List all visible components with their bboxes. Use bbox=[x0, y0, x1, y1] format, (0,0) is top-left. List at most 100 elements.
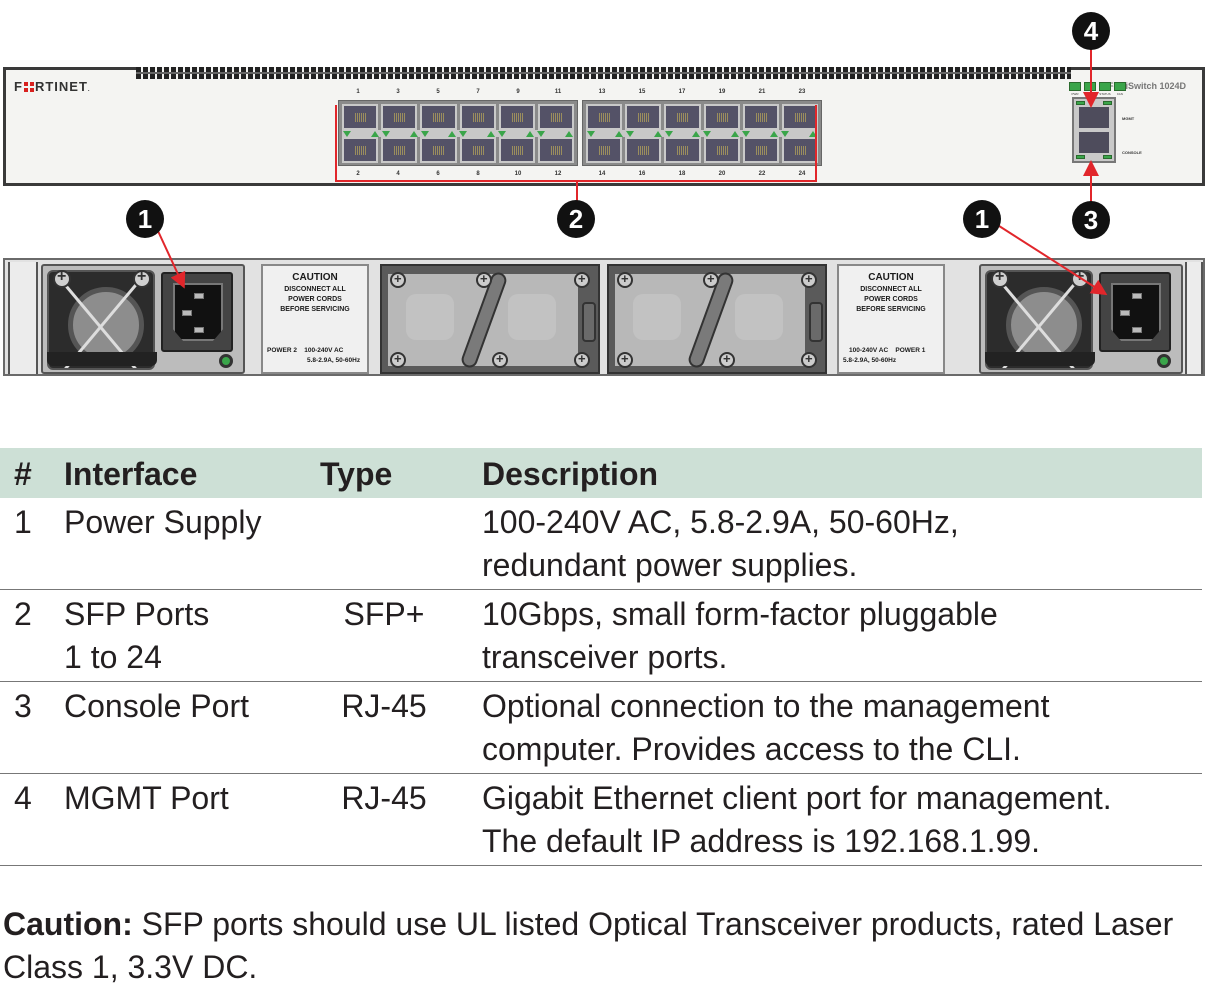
mgmt-led-right bbox=[1103, 101, 1112, 105]
caution-line: BEFORE SERVICING bbox=[856, 306, 926, 313]
screw-icon bbox=[617, 271, 633, 288]
port-number: 5 bbox=[436, 89, 440, 95]
row-type: RJ-45 bbox=[341, 780, 427, 816]
port-number: 9 bbox=[516, 89, 520, 95]
caution-line: DISCONNECT ALL bbox=[284, 286, 346, 293]
sfp-ports-bracket bbox=[335, 105, 817, 182]
screw-icon bbox=[574, 271, 590, 288]
caution-title: CAUTION bbox=[292, 272, 338, 283]
ac-power-inlet-icon bbox=[1099, 272, 1171, 352]
screw-icon bbox=[703, 271, 719, 288]
status-led-label: STATUS bbox=[1099, 92, 1111, 96]
table-row: 2 SFP Ports 1 to 24 SFP+ 10Gbps, small fo… bbox=[0, 590, 1202, 682]
fan-latch bbox=[582, 302, 596, 342]
caution-line: DISCONNECT ALL bbox=[860, 286, 922, 293]
power-rating-current: 5.8-2.9A, 50-60Hz bbox=[307, 357, 361, 364]
rear-side-strip-right bbox=[1185, 262, 1203, 374]
callout-4: 4 bbox=[1072, 12, 1110, 50]
screw-icon bbox=[1071, 268, 1089, 288]
rear-side-strip-left bbox=[8, 262, 38, 374]
row-interface: Power Supply bbox=[64, 504, 262, 540]
table-row: 4 MGMT Port RJ-45 Gigabit Ethernet clien… bbox=[0, 774, 1202, 866]
console-led-left bbox=[1076, 155, 1085, 159]
row-interface: SFP Ports 1 to 24 bbox=[64, 596, 210, 675]
row-type: SFP+ bbox=[343, 596, 425, 632]
console-port-label: CONSOLE bbox=[1122, 150, 1142, 155]
psu-status-led bbox=[219, 354, 233, 368]
screw-icon bbox=[492, 351, 508, 368]
power-id: POWER 1 bbox=[895, 347, 926, 354]
power-rating-current: 5.8-2.9A, 50-60Hz bbox=[843, 357, 897, 364]
port-number: 7 bbox=[476, 89, 480, 95]
caution-line: BEFORE SERVICING bbox=[280, 306, 350, 313]
screw-icon bbox=[53, 268, 71, 288]
rear-panel-diagram: CAUTION DISCONNECT ALL POWER CORDS BEFOR… bbox=[3, 258, 1205, 376]
row-description: 100-240V AC, 5.8-2.9A, 50-60Hz, redundant… bbox=[482, 504, 959, 583]
status-led bbox=[1069, 82, 1081, 91]
status-led bbox=[1114, 82, 1126, 91]
callout-1-right: 1 bbox=[963, 200, 1001, 238]
header-type: Type bbox=[320, 455, 393, 492]
row-type: RJ-45 bbox=[341, 688, 427, 724]
power-id: POWER 2 bbox=[267, 347, 297, 354]
caution-note-label: Caution: bbox=[3, 906, 133, 942]
caution-label-power-1: CAUTION DISCONNECT ALL POWER CORDS BEFOR… bbox=[837, 264, 945, 374]
callout-1-left: 1 bbox=[126, 200, 164, 238]
fan-tray-1 bbox=[380, 264, 600, 374]
table-header-row: # Interface Type Description bbox=[0, 448, 1202, 498]
row-description: 10Gbps, small form-factor pluggable trans… bbox=[482, 596, 998, 675]
screw-icon bbox=[133, 268, 151, 288]
status-led bbox=[1084, 82, 1096, 91]
psu-handle bbox=[985, 352, 1095, 366]
power-rating-voltage: 100-240V AC bbox=[849, 347, 889, 354]
caution-note: Caution: SFP ports should use UL listed … bbox=[3, 903, 1211, 986]
ac-power-inlet-icon bbox=[161, 272, 233, 352]
screw-icon bbox=[476, 271, 492, 288]
port-number: 17 bbox=[678, 89, 686, 95]
row-num: 1 bbox=[14, 504, 32, 540]
port-number: 19 bbox=[718, 89, 726, 95]
row-interface: Console Port bbox=[64, 688, 249, 724]
screw-icon bbox=[801, 351, 817, 368]
port-number: 21 bbox=[758, 89, 766, 95]
header-description: Description bbox=[482, 455, 659, 492]
callout-2: 2 bbox=[557, 200, 595, 238]
table-row: 1 Power Supply 100-240V AC, 5.8-2.9A, 50… bbox=[0, 498, 1202, 590]
caution-label-power-2: CAUTION DISCONNECT ALL POWER CORDS BEFOR… bbox=[261, 264, 369, 374]
port-number: 23 bbox=[798, 89, 806, 95]
fan-tray-2 bbox=[607, 264, 827, 374]
status-leds bbox=[1069, 82, 1126, 91]
port-number: 3 bbox=[396, 89, 400, 95]
row-description: Optional connection to the management com… bbox=[482, 688, 1050, 767]
mgmt-port bbox=[1079, 107, 1109, 128]
row-description: Gigabit Ethernet client port for managem… bbox=[482, 780, 1112, 859]
screw-icon bbox=[719, 351, 735, 368]
row-num: 4 bbox=[14, 780, 32, 816]
status-led-label: PWR bbox=[1086, 92, 1094, 96]
header-interface: Interface bbox=[64, 455, 198, 492]
power-supply-1 bbox=[979, 264, 1183, 374]
caution-note-text: SFP ports should use UL listed Optical T… bbox=[3, 906, 1174, 985]
port-number: 13 bbox=[598, 89, 606, 95]
port-numbers-top-right: 13 15 17 19 21 23 bbox=[582, 89, 822, 95]
screw-icon bbox=[991, 268, 1009, 288]
caution-line: POWER CORDS bbox=[288, 296, 342, 303]
fortinet-logo: F RTINET. bbox=[14, 79, 91, 94]
interface-table: # Interface Type Description 1 Power Sup… bbox=[0, 448, 1202, 866]
power-rating-voltage: 100-240V AC bbox=[304, 347, 344, 354]
screw-icon bbox=[390, 351, 406, 368]
power-supply-2 bbox=[41, 264, 245, 374]
console-led-right bbox=[1103, 155, 1112, 159]
port-number: 11 bbox=[554, 89, 562, 95]
callout-3: 3 bbox=[1072, 201, 1110, 239]
console-port bbox=[1079, 132, 1109, 153]
row-num: 3 bbox=[14, 688, 32, 724]
front-vent bbox=[136, 67, 1071, 79]
screw-icon bbox=[801, 271, 817, 288]
status-led-labels: PWR PWR STATUS FAN bbox=[1069, 92, 1126, 96]
screw-icon bbox=[390, 271, 406, 288]
caution-line: POWER CORDS bbox=[864, 296, 918, 303]
status-led bbox=[1099, 82, 1111, 91]
status-led-label: PWR bbox=[1071, 92, 1079, 96]
status-led-label: FAN bbox=[1117, 92, 1123, 96]
